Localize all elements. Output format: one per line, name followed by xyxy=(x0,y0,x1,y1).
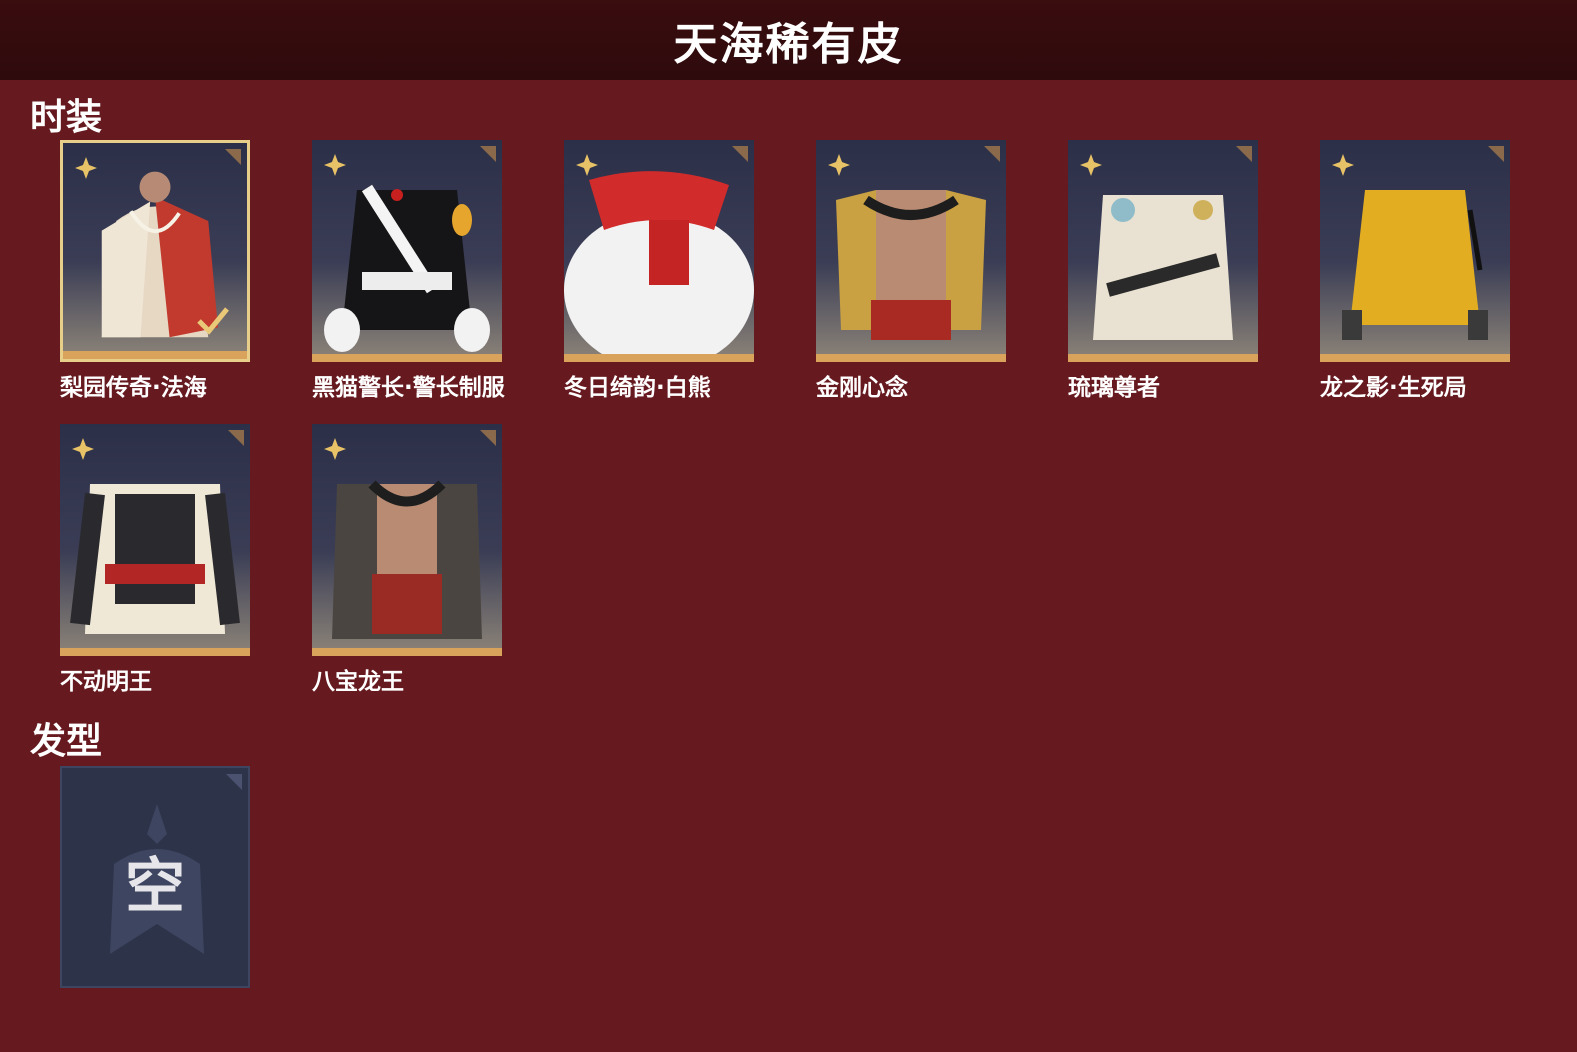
costume-label-2: 黑猫警长·警长制服 xyxy=(312,375,505,401)
costume-label-1: 梨园传奇·法海 xyxy=(60,375,207,401)
card-gold-bar xyxy=(312,648,502,656)
checkmark-icon xyxy=(197,307,229,335)
card-gold-bar xyxy=(1068,354,1258,362)
card-gold-bar xyxy=(60,648,250,656)
rarity-flower-icon xyxy=(72,438,94,460)
costume-card-3[interactable] xyxy=(564,140,754,362)
costume-label-7: 不动明王 xyxy=(60,669,152,695)
rarity-flower-icon xyxy=(828,154,850,176)
costume-label-8: 八宝龙王 xyxy=(312,669,404,695)
card-gold-bar xyxy=(816,354,1006,362)
costume-label-6: 龙之影·生死局 xyxy=(1320,375,1467,401)
rarity-flower-icon xyxy=(1080,154,1102,176)
card-gold-bar xyxy=(312,354,502,362)
page-header: 天海稀有皮 xyxy=(0,0,1577,80)
costume-card-5[interactable] xyxy=(1068,140,1258,362)
costume-card-2[interactable] xyxy=(312,140,502,362)
rarity-flower-icon xyxy=(75,157,97,179)
costume-card-1[interactable] xyxy=(60,140,250,362)
hair-slot-empty[interactable]: 空 xyxy=(60,766,250,988)
costume-label-5: 琉璃尊者 xyxy=(1068,375,1160,401)
card-gold-bar xyxy=(1320,354,1510,362)
card-gold-bar xyxy=(564,354,754,362)
costume-label-3: 冬日绮韵·白熊 xyxy=(564,375,711,401)
card-gold-bar xyxy=(63,351,247,359)
corner-tab-icon xyxy=(226,774,242,790)
costume-card-6[interactable] xyxy=(1320,140,1510,362)
page-title: 天海稀有皮 xyxy=(673,19,904,70)
section-title-hair: 发型 xyxy=(30,721,103,762)
rarity-flower-icon xyxy=(1332,154,1354,176)
costume-label-4: 金刚心念 xyxy=(816,375,908,401)
hair-empty-label: 空 xyxy=(125,852,185,922)
costume-card-4[interactable] xyxy=(816,140,1006,362)
rarity-flower-icon xyxy=(324,438,346,460)
rarity-flower-icon xyxy=(324,154,346,176)
costume-card-8[interactable] xyxy=(312,424,502,656)
section-title-costume: 时装 xyxy=(30,97,103,138)
costume-card-7[interactable] xyxy=(60,424,250,656)
rarity-flower-icon xyxy=(576,154,598,176)
